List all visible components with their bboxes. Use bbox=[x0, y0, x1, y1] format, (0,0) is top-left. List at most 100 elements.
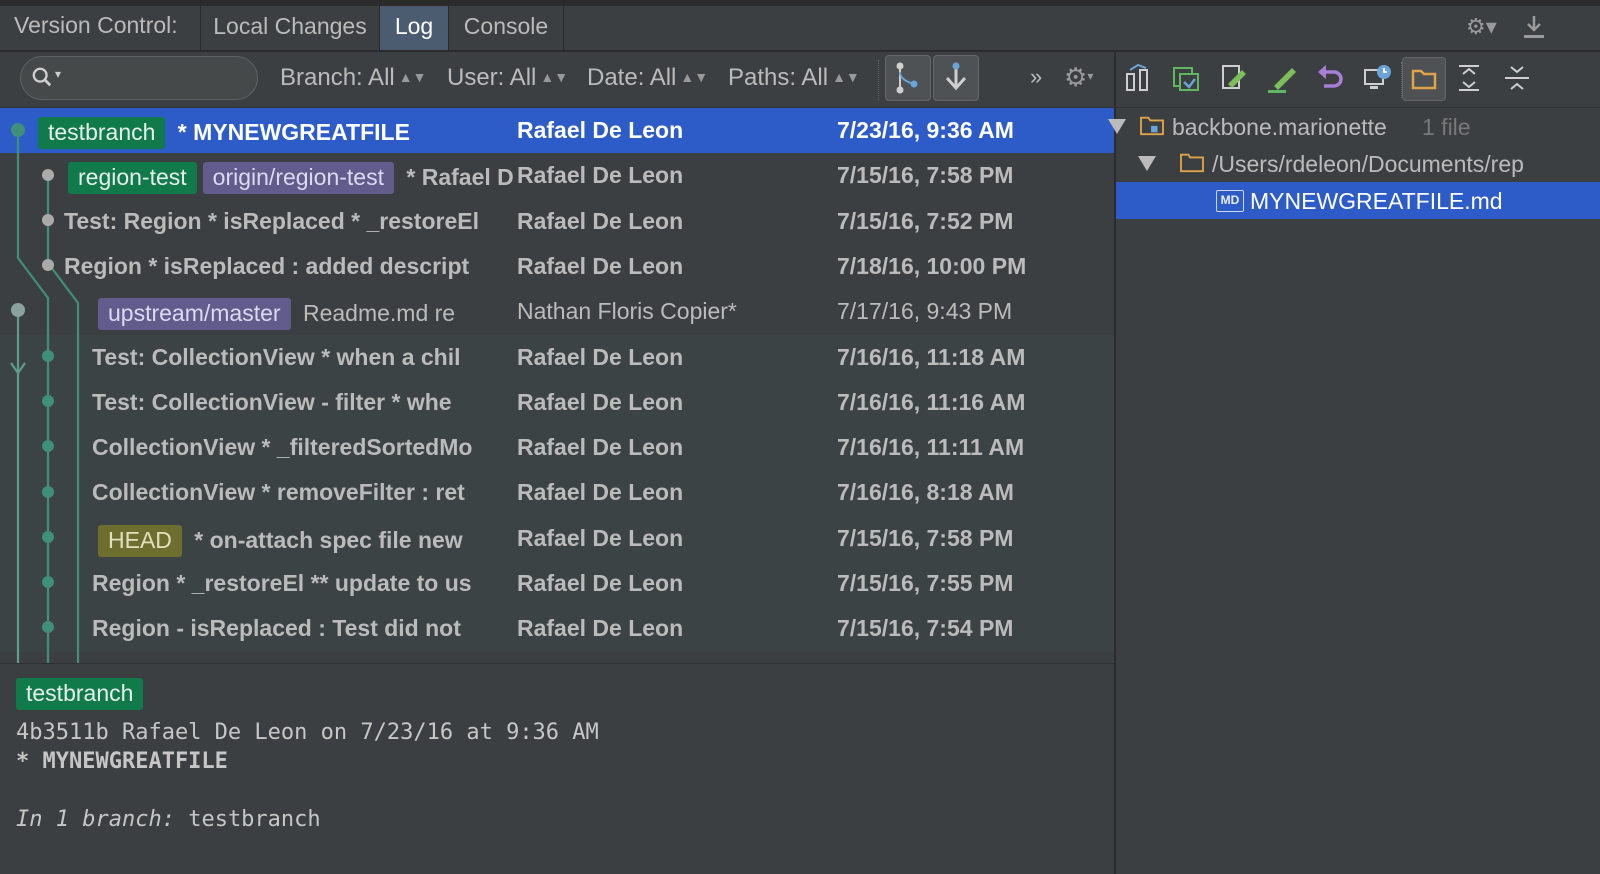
commit-row[interactable]: region-test origin/region-test * Rafael D… bbox=[0, 153, 1114, 198]
graph-node bbox=[42, 486, 54, 498]
search-dropdown-icon[interactable]: ▾ bbox=[55, 67, 61, 81]
filter-arrows-icon: ▲▼ bbox=[832, 69, 860, 85]
settings-gear-icon[interactable]: ⚙▾ bbox=[1064, 62, 1093, 93]
graph-node bbox=[42, 440, 54, 452]
graph-node bbox=[42, 395, 54, 407]
history-icon[interactable] bbox=[1362, 62, 1394, 94]
graph-node bbox=[11, 303, 25, 317]
tab-divider bbox=[563, 6, 564, 50]
user-filter[interactable]: User: All ▲▼ bbox=[447, 64, 568, 92]
commit-row[interactable]: CollectionView * removeFilter : ret Rafa… bbox=[0, 470, 1114, 516]
module-folder-icon bbox=[1140, 116, 1164, 136]
expand-arrow-icon[interactable] bbox=[1108, 119, 1126, 134]
commit-author: Rafael De Leon bbox=[517, 388, 684, 415]
expand-all-icon[interactable] bbox=[1453, 62, 1485, 94]
tab-local-changes[interactable]: Local Changes bbox=[201, 6, 379, 50]
commit-date: 7/16/16, 8:18 AM bbox=[837, 479, 1014, 506]
hide-panel-icon[interactable] bbox=[1522, 14, 1546, 46]
commit-date: 7/15/16, 7:52 PM bbox=[837, 207, 1014, 234]
group-by-directory-icon bbox=[1411, 69, 1437, 90]
commit-graph bbox=[10, 123, 80, 663]
commit-row[interactable]: HEAD * on-attach spec file new Rafael De… bbox=[0, 515, 1114, 561]
date-filter-label: Date: All bbox=[587, 64, 677, 91]
commit-date: 7/15/16, 7:58 PM bbox=[837, 162, 1014, 189]
more-chevron-icon[interactable]: » bbox=[1030, 64, 1042, 90]
head-ref-label: HEAD bbox=[98, 524, 182, 557]
paths-filter[interactable]: Paths: All ▲▼ bbox=[728, 64, 860, 92]
collapse-all-icon[interactable] bbox=[1501, 62, 1533, 94]
branches-info-link[interactable]: testbranch bbox=[188, 807, 320, 832]
tab-console[interactable]: Console bbox=[449, 6, 563, 50]
tab-log[interactable]: Log bbox=[380, 6, 448, 50]
file-name: MYNEWGREATFILE.md bbox=[1250, 188, 1503, 214]
commit-subject: CollectionView * _filteredSortedMo bbox=[92, 434, 473, 461]
get-revision-icon[interactable] bbox=[1170, 62, 1202, 94]
module-name: backbone.marionette bbox=[1172, 114, 1387, 140]
branches-info-prefix: In 1 branch: bbox=[16, 807, 175, 832]
tree-folder-row[interactable]: /Users/rdeleon/Documents/rep bbox=[1116, 145, 1600, 182]
commit-row[interactable]: Region * _restoreEl ** update to us Rafa… bbox=[0, 561, 1114, 607]
graph-line-branch bbox=[46, 175, 80, 663]
branch-filter[interactable]: Branch: All ▲▼ bbox=[280, 64, 426, 92]
tool-window-title: Version Control: bbox=[14, 12, 178, 38]
graph-node bbox=[42, 531, 54, 543]
commit-author: Rafael De Leon bbox=[517, 524, 684, 551]
graph-node bbox=[42, 214, 54, 226]
revert-icon[interactable] bbox=[1314, 62, 1346, 94]
details-branch-label: testbranch bbox=[16, 678, 144, 710]
commit-author: Rafael De Leon bbox=[517, 207, 684, 234]
commit-date: 7/15/16, 7:55 PM bbox=[837, 570, 1014, 596]
edit-source-icon[interactable] bbox=[1218, 62, 1250, 94]
commit-author: Rafael De Leon bbox=[517, 570, 684, 596]
commit-author: Rafael De Leon bbox=[517, 343, 684, 370]
commit-subject-cell: region-test origin/region-test * Rafael D… bbox=[68, 162, 513, 195]
commit-row[interactable]: upstream/master Readme.md re Nathan Flor… bbox=[0, 289, 1114, 334]
commit-subject: Region * _restoreEl ** update to us bbox=[92, 570, 472, 596]
commit-subject: Region * isReplaced : added descript bbox=[64, 252, 470, 279]
show-diff-icon[interactable] bbox=[1122, 62, 1154, 94]
commit-row[interactable]: Test: CollectionView * when a chil Rafae… bbox=[0, 334, 1114, 380]
graph-node bbox=[11, 123, 25, 137]
remote-ref-label: upstream/master bbox=[98, 298, 291, 331]
commit-date: 7/15/16, 7:58 PM bbox=[837, 524, 1014, 551]
collapse-linear-branches-button[interactable] bbox=[885, 55, 931, 101]
edit-commit-icon[interactable] bbox=[1266, 62, 1298, 94]
commit-row[interactable]: Test: Region * isReplaced * _restoreEl R… bbox=[0, 199, 1114, 244]
commit-date: 7/18/16, 10:00 PM bbox=[837, 252, 1027, 279]
commit-author: Rafael De Leon bbox=[517, 434, 684, 461]
go-to-commit-button[interactable] bbox=[933, 55, 979, 101]
commit-subject: Test: Region * isReplaced * _restoreEl bbox=[64, 207, 479, 234]
graph-node bbox=[42, 576, 54, 588]
commit-subject-cell: HEAD * on-attach spec file new bbox=[98, 524, 513, 557]
commit-date: 7/16/16, 11:11 AM bbox=[837, 434, 1025, 461]
expand-arrow-icon[interactable] bbox=[1138, 156, 1156, 171]
folder-path: /Users/rdeleon/Documents/rep bbox=[1212, 151, 1524, 177]
group-by-directory-button[interactable] bbox=[1402, 57, 1446, 101]
commit-row[interactable]: testbranch * MYNEWGREATFILE Rafael De Le… bbox=[0, 108, 1114, 154]
date-filter[interactable]: Date: All ▲▼ bbox=[587, 64, 708, 92]
commit-log-table[interactable]: testbranch * MYNEWGREATFILE Rafael De Le… bbox=[0, 108, 1114, 663]
graph-node bbox=[42, 169, 54, 181]
commit-row[interactable]: Region * isReplaced : added descript Raf… bbox=[0, 244, 1114, 289]
commit-subject: Test: CollectionView - filter * whe bbox=[92, 388, 452, 415]
commit-author: Rafael De Leon bbox=[517, 117, 684, 143]
graph-node bbox=[42, 350, 54, 362]
version-control-tabbar: Version Control: Local Changes Log Conso… bbox=[0, 0, 1600, 52]
commit-row[interactable]: CollectionView * _filteredSortedMo Rafae… bbox=[0, 425, 1114, 471]
search-field[interactable]: ▾ bbox=[20, 56, 258, 100]
changed-files-panel: backbone.marionette 1 file /Users/rdeleo… bbox=[1108, 52, 1600, 874]
commit-subject: Readme.md re bbox=[302, 300, 456, 327]
branches-info: In 1 branch: testbranch bbox=[16, 807, 321, 832]
tree-module-row[interactable]: backbone.marionette 1 file bbox=[1108, 108, 1600, 145]
settings-gear-icon[interactable]: ⚙▾ bbox=[1466, 14, 1497, 40]
commit-row[interactable]: Test: CollectionView - filter * whe Rafa… bbox=[0, 379, 1114, 426]
search-input[interactable] bbox=[71, 63, 251, 93]
branch-filter-label: Branch: All bbox=[280, 64, 395, 91]
paths-filter-label: Paths: All bbox=[728, 64, 829, 91]
commit-date: 7/15/16, 7:54 PM bbox=[837, 615, 1014, 642]
commit-date: 7/16/16, 11:16 AM bbox=[837, 388, 1026, 415]
commit-row[interactable]: Region - isReplaced : Test did not Rafae… bbox=[0, 606, 1114, 652]
tree-file-row[interactable]: MD MYNEWGREATFILE.md bbox=[1116, 182, 1600, 219]
search-icon[interactable] bbox=[31, 66, 53, 88]
commit-author: Rafael De Leon bbox=[517, 162, 684, 189]
